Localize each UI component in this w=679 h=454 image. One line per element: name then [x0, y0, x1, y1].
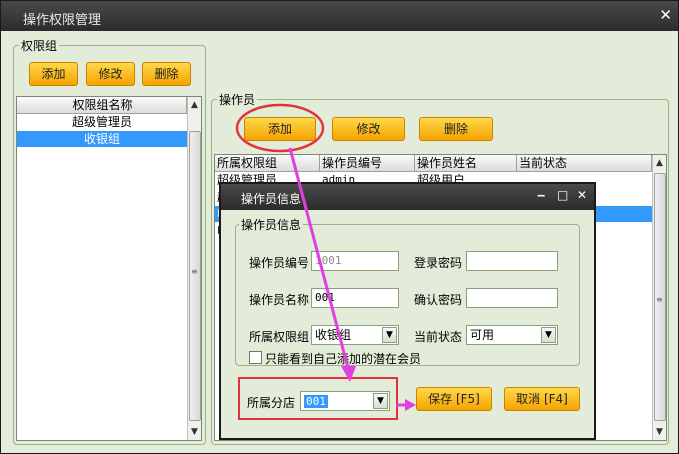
password-label: 登录密码 [414, 256, 463, 270]
status-select[interactable]: 可用 ▼ [466, 325, 558, 345]
operator-info-group-label: 操作员信息 [239, 216, 304, 233]
confirm-password-label: 确认密码 [414, 293, 463, 307]
operator-info-dialog: 操作员信息 ‒ □ ✕ 操作员信息 操作员编号 1001 登录密码 操作员名称 … [219, 182, 596, 440]
scroll-up-icon[interactable]: ▲ [656, 158, 663, 168]
operator-add-button[interactable]: 添加 [244, 117, 316, 141]
operator-delete-button[interactable]: 删除 [419, 117, 493, 141]
chevron-down-icon[interactable]: ▼ [382, 327, 397, 343]
window-title: 操作权限管理 [23, 13, 102, 28]
scroll-thumb[interactable] [189, 131, 201, 421]
perm-group-row[interactable]: 收银组 [17, 131, 187, 147]
status-label: 当前状态 [414, 330, 463, 344]
password-field[interactable] [466, 251, 558, 271]
confirm-password-field[interactable] [466, 288, 558, 308]
branch-label: 所属分店 [247, 396, 296, 410]
perm-group-add-button[interactable]: 添加 [29, 62, 78, 86]
dialog-titlebar[interactable]: 操作员信息 ‒ □ ✕ [221, 184, 594, 210]
only-own-label: 只能看到自己添加的潜在会员 [265, 352, 422, 366]
op-id-label: 操作员编号 [249, 256, 310, 270]
chevron-down-icon[interactable]: ▼ [373, 393, 388, 409]
perm-group-select-value: 收银组 [315, 328, 352, 342]
branch-select[interactable]: 001 ▼ [300, 391, 390, 411]
perm-group-name-header[interactable]: 权限组名称 [17, 97, 187, 114]
perm-group-scrollbar[interactable]: ▲ ≡ ▼ [187, 97, 201, 440]
maximize-icon[interactable]: □ [557, 188, 568, 202]
dialog-title: 操作员信息 [241, 192, 302, 206]
minimize-icon[interactable]: ‒ [537, 188, 545, 202]
status-select-value: 可用 [470, 328, 495, 342]
operator-status-header[interactable]: 当前状态 [517, 155, 652, 172]
perm-group-delete-button[interactable]: 删除 [142, 62, 191, 86]
window-titlebar[interactable]: 操作权限管理 ✕ [1, 1, 678, 31]
op-name-field[interactable]: 001 [311, 288, 399, 308]
close-icon[interactable]: ✕ [577, 188, 587, 202]
operator-edit-button[interactable]: 修改 [332, 117, 405, 141]
cancel-button[interactable]: 取消 [F4] [504, 387, 580, 411]
perm-group-select-label: 所属权限组 [249, 330, 310, 344]
perm-group-edit-button[interactable]: 修改 [86, 62, 135, 86]
save-button[interactable]: 保存 [F5] [416, 387, 492, 411]
perm-group-list[interactable]: 权限组名称 超级管理员 收银组 ▲ ≡ ▼ [16, 96, 202, 441]
operator-label: 操作员 [217, 91, 258, 108]
perm-group-row[interactable]: 超级管理员 [17, 114, 187, 130]
branch-select-value: 001 [304, 395, 328, 408]
operator-id-header[interactable]: 操作员编号 [320, 155, 415, 172]
scroll-up-icon[interactable]: ▲ [191, 100, 198, 110]
operator-group-header[interactable]: 所属权限组 [215, 155, 320, 172]
only-own-checkbox[interactable] [249, 351, 262, 364]
scroll-down-icon[interactable]: ▼ [656, 427, 663, 437]
op-name-label: 操作员名称 [249, 293, 310, 307]
perm-group-label: 权限组 [19, 37, 60, 54]
grip-icon: ≡ [191, 267, 198, 276]
chevron-down-icon[interactable]: ▼ [541, 327, 556, 343]
op-id-field[interactable]: 1001 [311, 251, 399, 271]
close-icon[interactable]: ✕ [659, 6, 672, 24]
operator-scrollbar[interactable]: ▲ ≡ ▼ [652, 155, 666, 440]
operator-name-header[interactable]: 操作员姓名 [415, 155, 517, 172]
scroll-down-icon[interactable]: ▼ [191, 427, 198, 437]
perm-group-select[interactable]: 收银组 ▼ [311, 325, 399, 345]
grip-icon: ≡ [656, 295, 663, 304]
